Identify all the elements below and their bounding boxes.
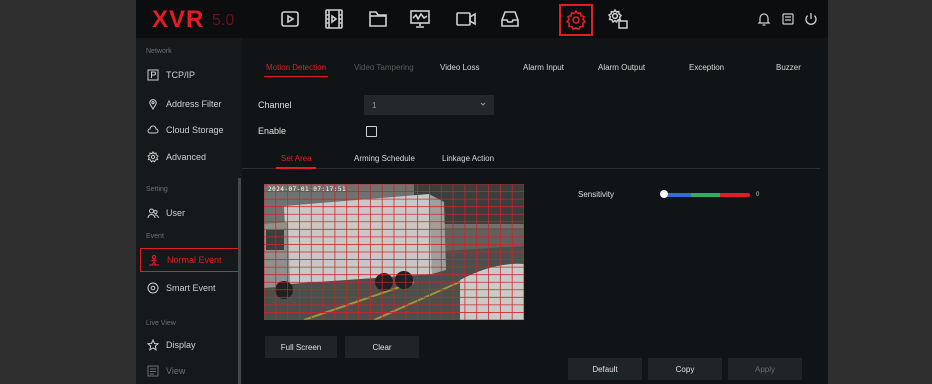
sidebar-item-label: User (166, 208, 186, 218)
clear-button[interactable]: Clear (345, 336, 419, 358)
sidebar-item-cloud-storage[interactable]: Cloud Storage (140, 119, 238, 141)
tab-motion-detection[interactable]: Motion Detection (266, 63, 326, 72)
bell-icon[interactable] (756, 11, 772, 27)
channel-value: 1 (372, 101, 377, 110)
sidebar-section-live-view: Live View (146, 320, 176, 327)
enable-label: Enable (258, 126, 287, 136)
sidebar-section-setting: Setting (146, 186, 168, 193)
channel-select[interactable]: 1 (364, 95, 494, 115)
folder-icon[interactable] (364, 6, 392, 32)
subtab-divider (242, 168, 820, 169)
view-icon (146, 364, 160, 378)
sidebar-section-network: Network (146, 48, 172, 55)
sidebar-item-tcp-ip[interactable]: TCP/IP (140, 64, 238, 86)
sidebar-item-label: Smart Event (166, 283, 216, 293)
camera-icon[interactable] (452, 6, 480, 32)
cloud-icon (146, 123, 160, 137)
film-icon[interactable] (320, 6, 348, 32)
enable-checkbox[interactable] (366, 126, 377, 137)
inbox-icon[interactable] (496, 6, 524, 32)
sidebar-item-normal-event[interactable]: Normal Event (140, 248, 240, 272)
sidebar-item-view[interactable]: View (140, 360, 238, 382)
person-alert-icon (147, 253, 161, 267)
monitor-graph-icon[interactable] (406, 6, 434, 32)
active-tab-indicator (264, 76, 328, 77)
sidebar: Network TCP/IP Address Filter Cloud Stor… (136, 38, 242, 384)
sensitivity-slider-knob[interactable] (660, 190, 668, 198)
power-icon[interactable] (803, 11, 819, 27)
sidebar-section-event: Event (146, 233, 164, 240)
disk-icon[interactable] (780, 11, 796, 27)
video-timestamp: 2024-07-01 07:17:51 (268, 186, 347, 193)
p-box-icon (146, 68, 160, 82)
sidebar-item-label: Cloud Storage (166, 125, 224, 135)
sensitivity-value: 0 (756, 192, 760, 198)
sidebar-item-label: Display (166, 340, 196, 350)
sidebar-item-smart-event[interactable]: Smart Event (140, 277, 238, 299)
app-window: XVR 5.0 Network TCP/IP Address Filter Cl… (136, 0, 828, 384)
subtab-set-area[interactable]: Set Area (281, 154, 312, 163)
app-version: 5.0 (212, 12, 235, 29)
top-navigation-bar: XVR 5.0 (136, 0, 828, 38)
tab-video-loss[interactable]: Video Loss (440, 63, 479, 72)
channel-label: Channel (258, 100, 292, 110)
full-screen-button[interactable]: Full Screen (265, 336, 337, 358)
star-icon (146, 338, 160, 352)
apply-button[interactable]: Apply (728, 358, 802, 380)
copy-button[interactable]: Copy (648, 358, 722, 380)
active-subtab-indicator (276, 167, 316, 169)
sidebar-item-label: Advanced (166, 152, 207, 162)
sidebar-item-label: TCP/IP (166, 70, 196, 80)
network-gear-icon (146, 150, 160, 164)
subtab-linkage-action[interactable]: Linkage Action (442, 154, 494, 163)
settings-gear-icon[interactable] (559, 4, 593, 36)
tab-video-tampering[interactable]: Video Tampering (354, 63, 414, 72)
motion-detection-grid[interactable] (264, 184, 524, 320)
tab-buzzer[interactable]: Buzzer (776, 63, 801, 72)
location-pin-icon (146, 97, 160, 111)
sidebar-item-advanced[interactable]: Advanced (140, 146, 238, 168)
sidebar-scrollbar[interactable] (238, 178, 241, 384)
sidebar-item-label: Normal Event (167, 255, 222, 265)
sidebar-item-user[interactable]: User (140, 202, 238, 224)
tab-exception[interactable]: Exception (689, 63, 724, 72)
tab-alarm-output[interactable]: Alarm Output (598, 63, 645, 72)
video-preview[interactable]: 2024-07-01 07:17:51 (264, 184, 524, 320)
smart-event-icon (146, 281, 160, 295)
tab-alarm-input[interactable]: Alarm Input (523, 63, 564, 72)
chevron-down-icon (480, 102, 486, 106)
sensitivity-label: Sensitivity (578, 190, 615, 199)
sidebar-item-label: View (166, 366, 186, 376)
subtab-arming-schedule[interactable]: Arming Schedule (354, 154, 415, 163)
default-button[interactable]: Default (568, 358, 642, 380)
sidebar-item-label: Address Filter (166, 99, 222, 109)
system-gear-icon[interactable] (604, 6, 632, 32)
sensitivity-slider[interactable] (662, 193, 750, 197)
users-icon (146, 206, 160, 220)
app-logo: XVR (152, 6, 205, 33)
sidebar-item-address-filter[interactable]: Address Filter (140, 93, 238, 115)
playback-icon[interactable] (276, 6, 304, 32)
sidebar-item-display[interactable]: Display (140, 334, 238, 356)
